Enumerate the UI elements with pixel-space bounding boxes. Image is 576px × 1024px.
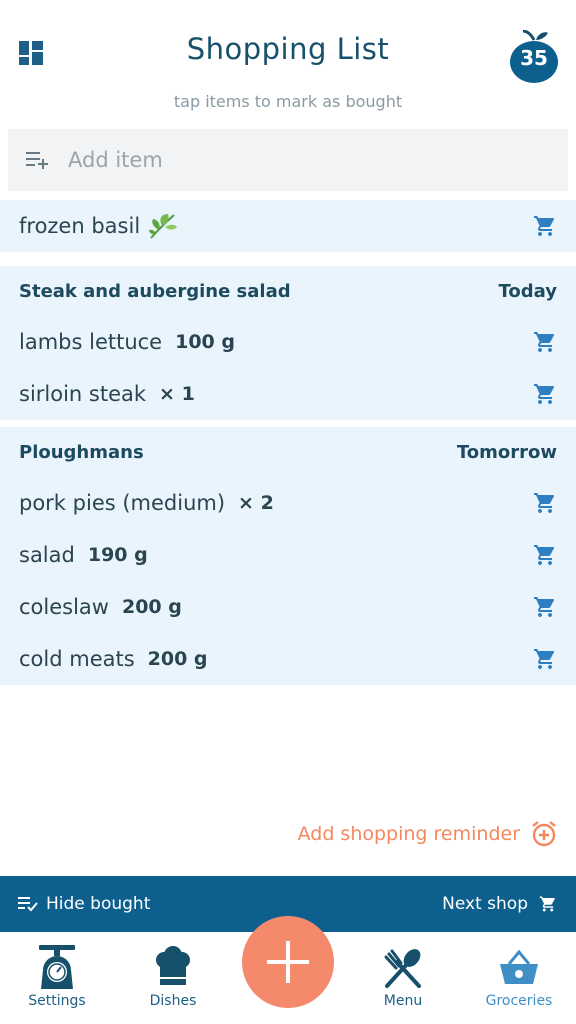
nav-dishes-label: Dishes	[149, 993, 197, 1009]
cart-icon[interactable]	[533, 330, 557, 354]
item-name: cold meats	[19, 647, 135, 671]
next-shop-label: Next shop	[442, 894, 528, 914]
meal-day: Tomorrow	[456, 441, 557, 463]
item-name: coleslaw	[19, 595, 109, 619]
checklist-icon	[18, 897, 38, 912]
list-item[interactable]: lambs lettuce 100 g	[0, 316, 576, 368]
alarm-add-icon	[532, 821, 556, 847]
page-title: Shopping List	[186, 32, 390, 66]
list-item[interactable]: sirloin steak × 1	[0, 368, 576, 420]
nav-menu-label: Menu	[383, 993, 423, 1009]
nav-menu[interactable]: Menu	[353, 932, 453, 1024]
kitchen-scale-icon	[39, 945, 75, 989]
item-name: lambs lettuce	[19, 330, 163, 354]
cart-icon[interactable]	[533, 647, 557, 671]
item-quantity: 100 g	[175, 331, 235, 353]
item-quantity: 200 g	[121, 596, 182, 618]
item-name: sirloin steak	[19, 382, 147, 406]
hide-bought-label: Hide bought	[46, 894, 151, 914]
hide-bought-button[interactable]: Hide bought	[18, 894, 150, 914]
meal-title: Ploughmans	[19, 441, 144, 463]
plus-icon	[267, 941, 309, 983]
add-item-input[interactable]	[68, 148, 518, 172]
page-subtitle: tap items to mark as bought	[173, 92, 403, 111]
utensils-icon	[384, 949, 421, 988]
cart-icon	[539, 896, 555, 912]
add-fab-button[interactable]	[242, 916, 334, 1008]
item-name: pork pies (medium)	[19, 491, 226, 515]
herb-leaf-icon	[149, 214, 178, 239]
item-quantity: 200 g	[147, 648, 208, 670]
nav-settings[interactable]: Settings	[7, 932, 107, 1024]
list-item[interactable]: cold meats 200 g	[0, 633, 576, 685]
list-item[interactable]: coleslaw 200 g	[0, 581, 576, 633]
chef-hat-icon	[156, 946, 190, 985]
list-item[interactable]: frozen basil	[0, 200, 576, 252]
nav-groceries[interactable]: Groceries	[469, 932, 569, 1024]
meal-group: Steak and aubergine salad Today lambs le…	[0, 266, 576, 420]
next-shop-button[interactable]: Next shop	[442, 894, 558, 914]
cart-icon[interactable]	[533, 382, 557, 406]
add-item-bar[interactable]	[8, 129, 568, 191]
item-name: frozen basil	[19, 214, 141, 238]
loose-items-list: frozen basil	[0, 200, 576, 252]
list-item[interactable]: salad 190 g	[0, 529, 576, 581]
basket-icon	[500, 949, 538, 984]
meal-title: Steak and aubergine salad	[19, 280, 291, 302]
cart-icon[interactable]	[533, 214, 557, 238]
meal-group-header: Steak and aubergine salad Today	[0, 266, 576, 316]
cart-icon[interactable]	[533, 543, 557, 567]
item-name: salad	[19, 543, 75, 567]
nav-settings-label: Settings	[28, 993, 86, 1009]
cart-icon[interactable]	[533, 491, 557, 515]
cart-icon[interactable]	[533, 595, 557, 619]
nav-groceries-label: Groceries	[485, 993, 553, 1009]
meal-group: Ploughmans Tomorrow pork pies (medium) ×…	[0, 427, 576, 685]
list-item[interactable]: pork pies (medium) × 2	[0, 477, 576, 529]
playlist-add-icon	[26, 152, 48, 169]
meal-day: Today	[498, 280, 557, 302]
add-reminder-button[interactable]: Add shopping reminder	[298, 820, 558, 848]
nav-dishes[interactable]: Dishes	[123, 932, 223, 1024]
header: Shopping List tap items to mark as bough…	[0, 0, 576, 128]
item-quantity: × 1	[159, 383, 195, 405]
item-quantity: 190 g	[87, 544, 148, 566]
bottom-nav: Settings Dishes Menu Groceries	[0, 916, 576, 1024]
item-quantity: × 2	[238, 492, 274, 514]
reminder-label: Add shopping reminder	[297, 823, 520, 845]
meal-group-header: Ploughmans Tomorrow	[0, 427, 576, 477]
apple-count-badge: 35	[520, 46, 548, 70]
